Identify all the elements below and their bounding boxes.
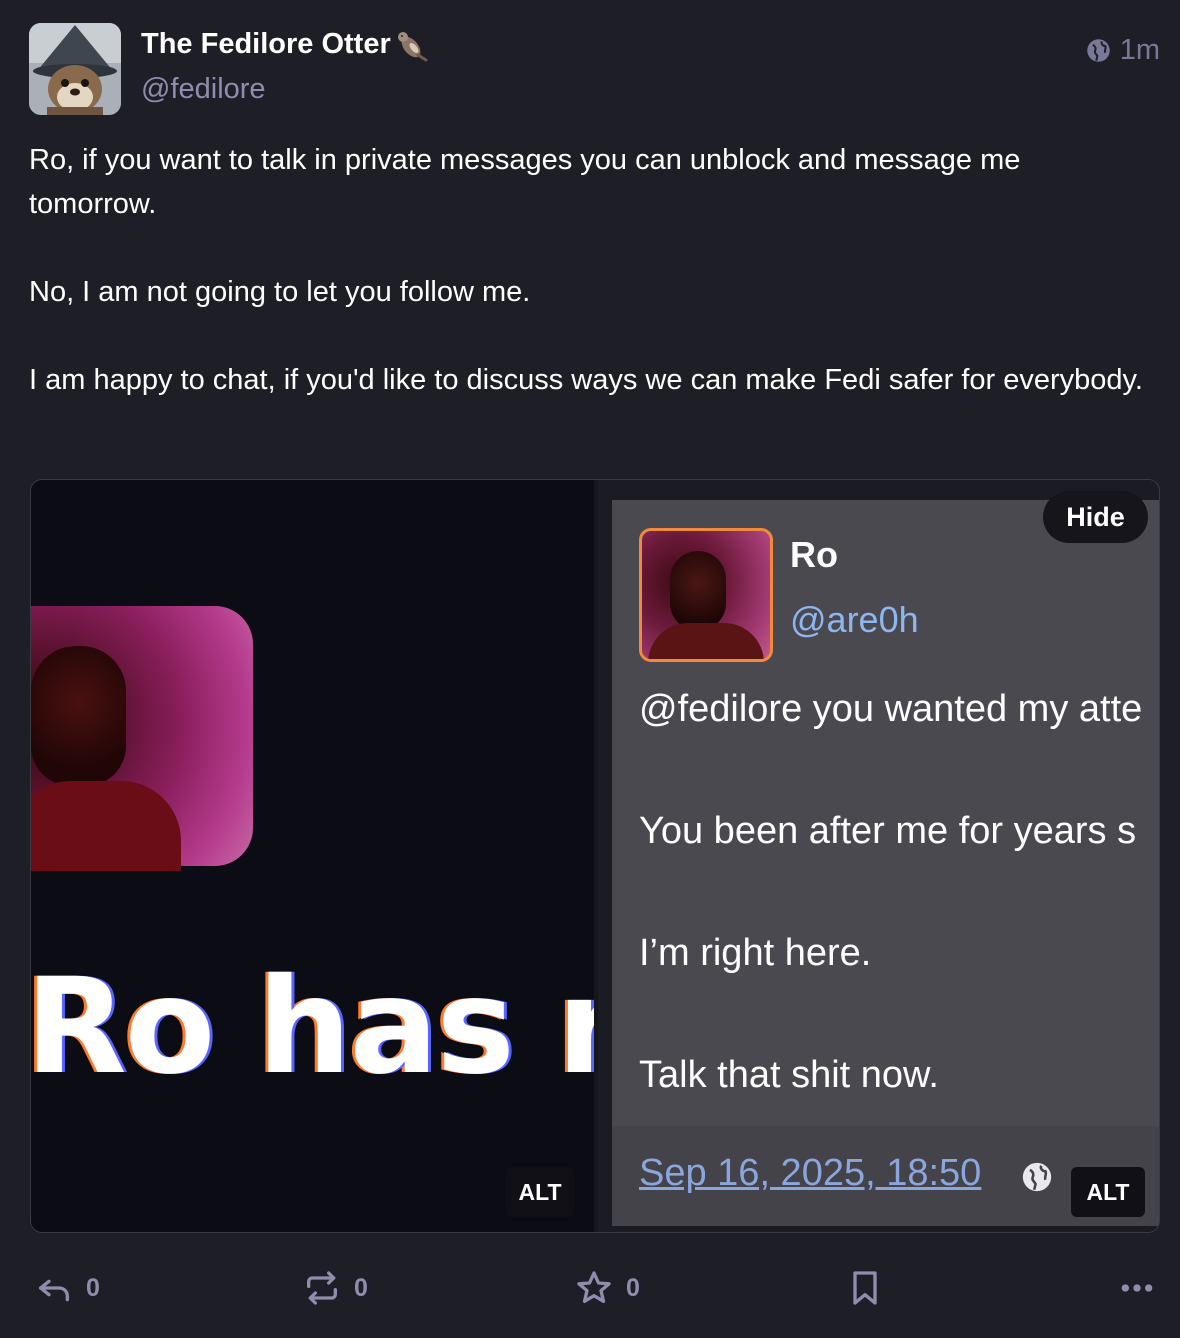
alt-text-badge-2[interactable]: ALT bbox=[1071, 1167, 1145, 1217]
author-avatar[interactable] bbox=[29, 23, 121, 115]
media-image-1[interactable]: Ro has rec bbox=[31, 480, 594, 1232]
more-icon bbox=[1121, 1284, 1153, 1292]
quoted-line-3: I’m right here. bbox=[639, 932, 872, 974]
more-options-button[interactable] bbox=[1117, 1268, 1157, 1308]
post-paragraph-2: No, I am not going to let you follow me. bbox=[29, 276, 531, 308]
post-meta: 1m bbox=[1085, 34, 1160, 67]
alt-text-badge-1[interactable]: ALT bbox=[505, 1167, 575, 1217]
reply-count: 0 bbox=[86, 1273, 100, 1302]
globe-icon bbox=[1086, 39, 1110, 62]
avatar-face bbox=[670, 551, 726, 631]
quoted-line-1: @fedilore you wanted my atte bbox=[639, 688, 1143, 730]
quoted-author-avatar bbox=[639, 528, 773, 662]
media-image-2[interactable]: Ro @are0h @fedilore you wanted my atte Y… bbox=[598, 480, 1159, 1232]
quoted-author-handle: @are0h bbox=[790, 599, 919, 640]
quoted-post-date: Sep 16, 2025, 18:50 bbox=[639, 1152, 982, 1194]
post-paragraph-1: Ro, if you want to talk in private messa… bbox=[29, 144, 1021, 220]
media-gallery: Ro has rec Ro @are0h @fedilore you wante… bbox=[30, 479, 1160, 1233]
boost-count: 0 bbox=[354, 1273, 368, 1302]
post-content: Ro, if you want to talk in private messa… bbox=[29, 138, 1149, 446]
post-paragraph-3: I am happy to chat, if you'd like to dis… bbox=[29, 364, 1143, 396]
favourite-button[interactable]: 0 bbox=[574, 1268, 640, 1308]
reply-icon bbox=[39, 1279, 70, 1302]
status-post: The Fedilore Otter @fedilore 1m Ro, if y… bbox=[0, 0, 1180, 1338]
bookmark-icon bbox=[853, 1271, 877, 1305]
image-1-text: Ro has rec bbox=[31, 950, 594, 1104]
author-display-name[interactable]: The Fedilore Otter bbox=[141, 28, 391, 61]
quoted-line-2: You been after me for years s bbox=[639, 810, 1137, 852]
boost-button[interactable]: 0 bbox=[302, 1268, 368, 1308]
avatar-shirt bbox=[31, 781, 181, 871]
boost-icon bbox=[307, 1271, 337, 1305]
post-timestamp[interactable]: 1m bbox=[1120, 34, 1160, 67]
bookmark-button[interactable] bbox=[845, 1268, 885, 1308]
avatar-shirt bbox=[648, 623, 764, 659]
globe-icon bbox=[1022, 1162, 1052, 1192]
pixelated-avatar bbox=[31, 606, 253, 871]
avatar-face bbox=[31, 646, 126, 786]
favourite-count: 0 bbox=[626, 1273, 640, 1302]
quoted-line-4: Talk that shit now. bbox=[639, 1054, 939, 1096]
quoted-post-card: Ro @are0h @fedilore you wanted my atte Y… bbox=[612, 500, 1159, 1226]
quoted-author-name: Ro bbox=[790, 534, 838, 575]
hide-media-button[interactable]: Hide bbox=[1043, 491, 1148, 543]
otter-emoji-icon bbox=[398, 32, 428, 62]
author-handle[interactable]: @fedilore bbox=[141, 73, 266, 106]
reply-button[interactable]: 0 bbox=[34, 1268, 100, 1308]
star-icon bbox=[577, 1271, 611, 1303]
